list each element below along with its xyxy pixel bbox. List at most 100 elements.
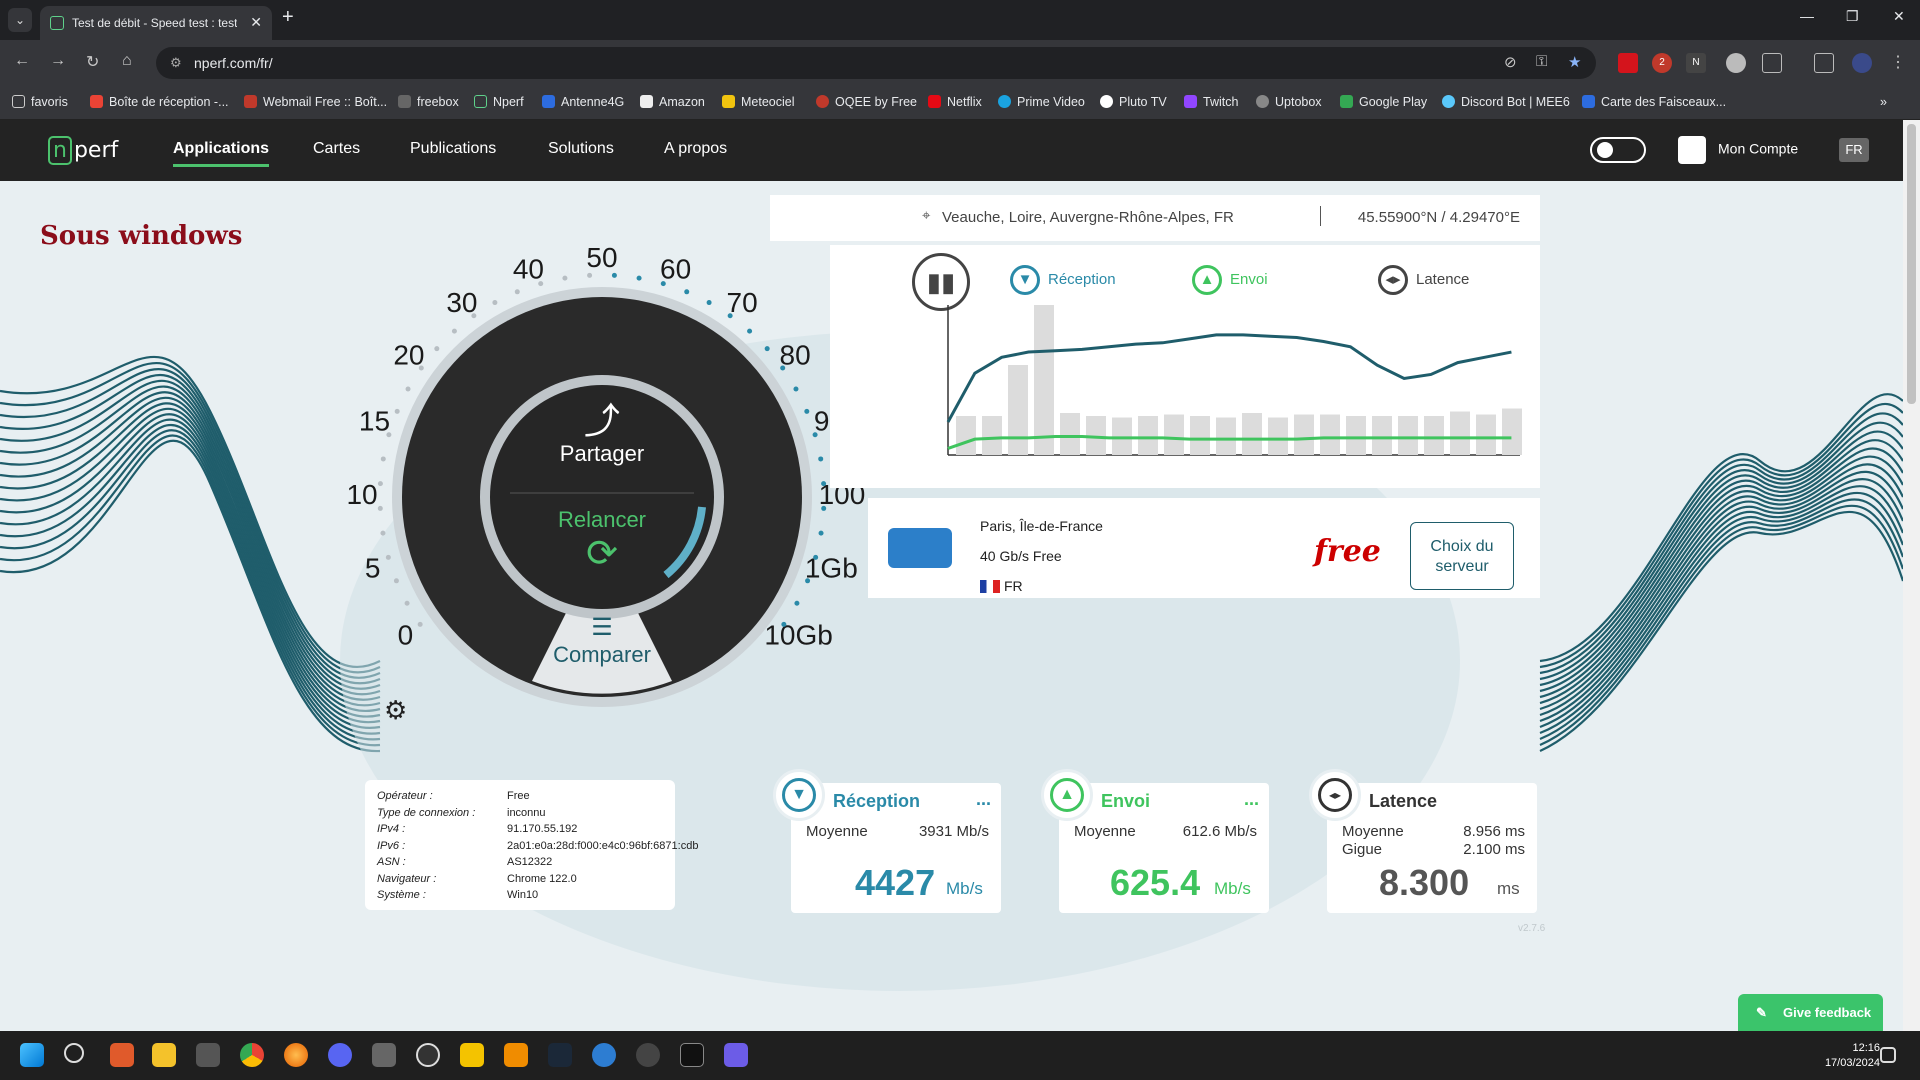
legend-upload[interactable]: ▲ Envoi bbox=[1192, 265, 1268, 295]
back-icon[interactable]: ← bbox=[14, 52, 30, 70]
bookmark-item[interactable]: Carte des Faisceaux... bbox=[1582, 95, 1726, 109]
vlc-icon[interactable] bbox=[504, 1043, 528, 1067]
info-value: Free bbox=[507, 790, 530, 802]
chrome-icon[interactable] bbox=[240, 1043, 264, 1067]
app-triangle-icon[interactable] bbox=[460, 1043, 484, 1067]
app-power-icon[interactable] bbox=[110, 1043, 134, 1067]
bookmark-item[interactable]: Amazon bbox=[640, 95, 705, 109]
gauge-dot bbox=[405, 386, 411, 392]
store-icon[interactable] bbox=[196, 1043, 220, 1067]
extension-badge-icon[interactable]: 2 bbox=[1652, 53, 1672, 73]
bookmark-item[interactable]: Nperf bbox=[474, 95, 524, 109]
profile-avatar-icon[interactable] bbox=[1852, 53, 1872, 73]
app-gauge-icon[interactable] bbox=[416, 1043, 440, 1067]
steam-icon[interactable] bbox=[548, 1043, 572, 1067]
nav-a-propos[interactable]: A propos bbox=[664, 140, 727, 158]
reload-icon[interactable]: ↻ bbox=[86, 52, 99, 72]
file-explorer-icon[interactable] bbox=[152, 1043, 176, 1067]
share-button[interactable]: ⤴ Partager bbox=[540, 401, 664, 467]
nav-solutions[interactable]: Solutions bbox=[548, 140, 614, 158]
bookmark-item[interactable]: favoris bbox=[12, 95, 68, 109]
nav-cartes[interactable]: Cartes bbox=[313, 140, 360, 158]
upload-card: ▲ Envoi ... Moyenne 612.6 Mb/s 625.4 Mb/… bbox=[1041, 769, 1269, 913]
close-window-icon[interactable]: ✕ bbox=[1893, 8, 1905, 25]
browser-tab[interactable]: Test de débit - Speed test : test ✕ bbox=[40, 6, 272, 40]
wave-line bbox=[1539, 421, 1903, 681]
app-blue-icon[interactable] bbox=[592, 1043, 616, 1067]
firefox-icon[interactable] bbox=[284, 1043, 308, 1067]
give-feedback-button[interactable]: ✎ Give feedback bbox=[1738, 994, 1883, 1031]
bookmark-item[interactable]: Webmail Free :: Boît... bbox=[244, 95, 387, 109]
account-button[interactable]: Mon Compte bbox=[1678, 136, 1798, 164]
system-clock[interactable]: 12:16 17/03/2024 bbox=[1825, 1041, 1880, 1071]
restart-button[interactable]: Relancer ⟳ bbox=[540, 507, 664, 575]
server-panel: Paris, Île-de-France 40 Gb/s Free FR fre… bbox=[868, 498, 1540, 598]
new-tab-button[interactable]: + bbox=[282, 6, 294, 29]
gauge-tick-label: 60 bbox=[660, 254, 691, 285]
legend-latency[interactable]: ◂▸ Latence bbox=[1378, 265, 1469, 295]
search-icon[interactable] bbox=[64, 1043, 84, 1063]
bookmark-star-icon[interactable]: ★ bbox=[1568, 53, 1581, 71]
legend-reception[interactable]: ▼ Réception bbox=[1010, 265, 1116, 295]
upload-more-icon[interactable]: ... bbox=[1244, 789, 1259, 810]
extension-flag-icon[interactable] bbox=[1618, 53, 1638, 73]
gauge-tick-label: 15 bbox=[359, 406, 390, 437]
side-panel-icon[interactable] bbox=[1814, 53, 1834, 73]
bookmark-item[interactable]: Uptobox bbox=[1256, 95, 1322, 109]
scrollbar-thumb[interactable] bbox=[1907, 124, 1916, 404]
extension-circle-icon[interactable] bbox=[1726, 53, 1746, 73]
bookmark-item[interactable]: Twitch bbox=[1184, 95, 1238, 109]
choose-server-button[interactable]: Choix du serveur bbox=[1410, 522, 1514, 590]
bookmark-item[interactable]: OQEE by Free bbox=[816, 95, 917, 109]
nav-publications[interactable]: Publications bbox=[410, 140, 496, 158]
close-tab-icon[interactable]: ✕ bbox=[250, 14, 262, 31]
nperf-logo[interactable]: nnperfperf bbox=[48, 136, 118, 165]
app-circle-icon[interactable] bbox=[636, 1043, 660, 1067]
app-purple-icon[interactable] bbox=[724, 1043, 748, 1067]
bookmark-item[interactable]: Netflix bbox=[928, 95, 982, 109]
settings-gear-icon[interactable]: ⚙ bbox=[384, 695, 407, 726]
site-info-icon[interactable]: ⚙ bbox=[170, 55, 182, 71]
bookmarks-overflow-icon[interactable]: » bbox=[1880, 95, 1887, 109]
site-header: nnperfperf Applications Cartes Publicati… bbox=[0, 120, 1920, 181]
restore-icon[interactable]: ❐ bbox=[1846, 8, 1859, 25]
browser-tab-strip: ⌄ Test de débit - Speed test : test ✕ + … bbox=[0, 0, 1920, 40]
latency-bar bbox=[1372, 416, 1392, 455]
bookmark-item[interactable]: freebox bbox=[398, 95, 459, 109]
omnibox[interactable]: ⚙ nperf.com/fr/ ⊘ ⚿ ★ bbox=[156, 47, 1596, 79]
bookmark-item[interactable]: Prime Video bbox=[998, 95, 1085, 109]
gauge-dot bbox=[706, 300, 712, 306]
gauge-dot bbox=[417, 621, 423, 627]
password-key-icon[interactable]: ⚿ bbox=[1536, 53, 1547, 70]
reception-more-icon[interactable]: ... bbox=[976, 789, 991, 810]
bookmark-item[interactable]: Pluto TV bbox=[1100, 95, 1167, 109]
theme-toggle[interactable] bbox=[1590, 137, 1646, 163]
compare-button[interactable]: ☰ Comparer bbox=[540, 613, 664, 668]
latency-arrows-icon: ◂▸ bbox=[1378, 265, 1408, 295]
bookmark-item[interactable]: Boîte de réception -... bbox=[90, 95, 229, 109]
browser-menu-icon[interactable]: ⋮ bbox=[1890, 52, 1906, 72]
bookmark-item[interactable]: Antenne4G bbox=[542, 95, 624, 109]
home-icon[interactable]: ⌂ bbox=[122, 52, 132, 70]
minimize-icon[interactable]: — bbox=[1800, 8, 1814, 24]
extensions-puzzle-icon[interactable] bbox=[1762, 53, 1782, 73]
bookmark-item[interactable]: Discord Bot | MEE6 bbox=[1442, 95, 1570, 109]
bookmark-item[interactable]: Google Play bbox=[1340, 95, 1427, 109]
bookmark-item[interactable]: Meteociel bbox=[722, 95, 795, 109]
tracking-icon[interactable]: ⊘ bbox=[1504, 53, 1517, 71]
extension-new-icon[interactable]: N bbox=[1686, 53, 1706, 73]
gauge-dot bbox=[804, 408, 810, 414]
latency-bar bbox=[1268, 417, 1288, 455]
epic-games-icon[interactable] bbox=[680, 1043, 704, 1067]
chart-type-icon[interactable]: ▮▮ bbox=[912, 253, 970, 311]
discord-icon[interactable] bbox=[328, 1043, 352, 1067]
windows-start-icon[interactable] bbox=[20, 1043, 44, 1067]
language-selector[interactable]: FR bbox=[1839, 138, 1869, 162]
page-scrollbar[interactable] bbox=[1903, 120, 1920, 1031]
tab-search-button[interactable]: ⌄ bbox=[8, 8, 32, 32]
nav-applications[interactable]: Applications bbox=[173, 140, 270, 167]
app-cube-icon[interactable] bbox=[372, 1043, 396, 1067]
notification-bell-icon[interactable] bbox=[1880, 1047, 1896, 1063]
speed-chart bbox=[946, 305, 1522, 456]
forward-icon[interactable]: → bbox=[50, 52, 66, 70]
